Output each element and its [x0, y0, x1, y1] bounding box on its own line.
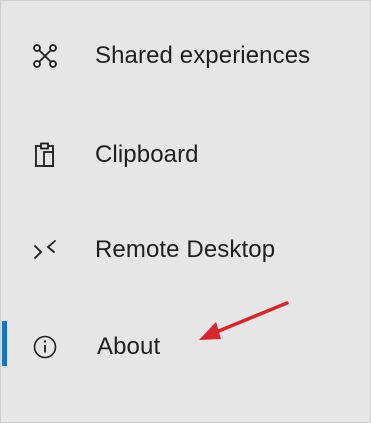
shared-experiences-icon — [32, 43, 58, 69]
sidebar-item-about[interactable]: About — [1, 317, 370, 377]
sidebar-item-label: Clipboard — [95, 141, 199, 168]
sidebar-item-clipboard[interactable]: Clipboard — [1, 125, 370, 185]
sidebar-item-shared-experiences[interactable]: Shared experiences — [1, 26, 370, 86]
sidebar-item-label: Shared experiences — [95, 42, 311, 69]
remote-desktop-icon — [32, 237, 58, 263]
settings-sidebar: Shared experiences Clipboard Remote Desk… — [0, 0, 371, 423]
sidebar-item-label: Remote Desktop — [95, 236, 276, 263]
sidebar-item-remote-desktop[interactable]: Remote Desktop — [1, 220, 370, 280]
sidebar-item-label: About — [97, 333, 161, 360]
clipboard-icon — [32, 142, 58, 168]
info-icon — [32, 334, 58, 360]
